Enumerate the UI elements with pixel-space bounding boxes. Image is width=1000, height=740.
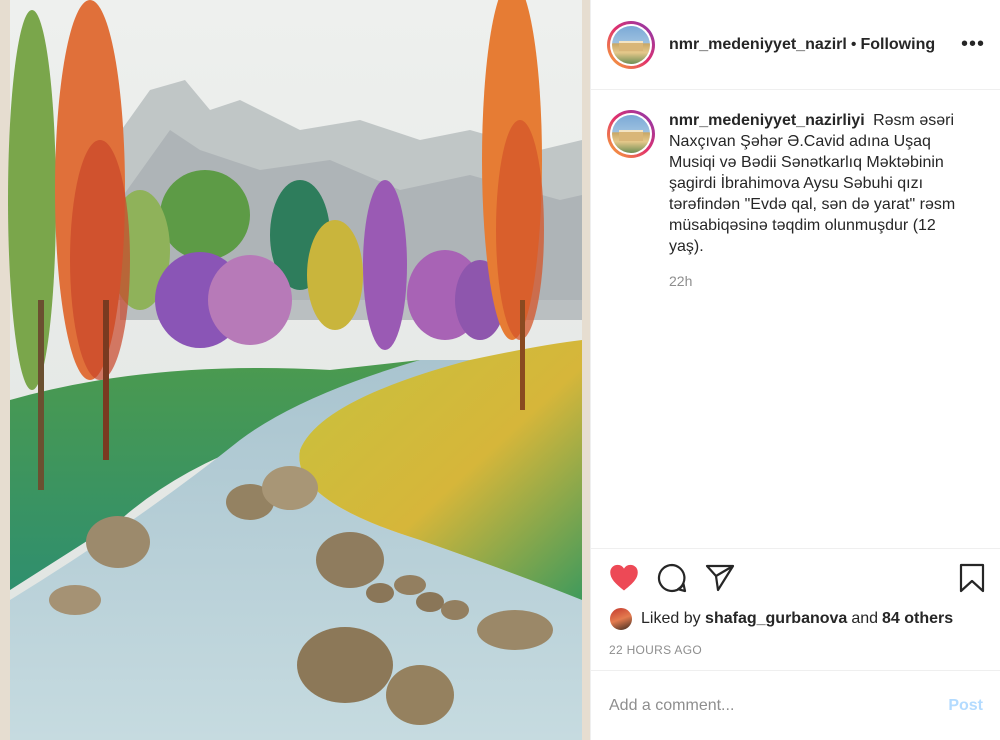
likes-and: and — [851, 610, 879, 627]
comments-section: nmr_medeniyyet_nazirliyi Rəsm əsəri Naxç… — [591, 90, 1000, 548]
separator-dot: • — [850, 35, 857, 53]
caption-body: nmr_medeniyyet_nazirliyi Rəsm əsəri Naxç… — [669, 110, 969, 289]
caption-username[interactable]: nmr_medeniyyet_nazirliyi — [669, 112, 865, 129]
post-image[interactable] — [0, 0, 590, 740]
action-bar — [609, 563, 753, 593]
actions-area: Liked by shafag_gurbanova and 84 others … — [591, 548, 1000, 670]
author-avatar[interactable] — [607, 20, 655, 69]
bookmark-icon[interactable] — [959, 563, 985, 598]
comment-input[interactable] — [609, 696, 949, 715]
post-timestamp[interactable]: 22 HOURS AGO — [609, 643, 702, 657]
caption-author-avatar[interactable] — [607, 110, 655, 158]
liked-by-label: Liked by — [641, 610, 701, 627]
caption-text: Rəsm əsəri Naxçıvan Şəhər Ə.Cavid adına … — [669, 112, 956, 255]
paper-plane-icon[interactable] — [705, 564, 735, 592]
heart-filled-icon[interactable] — [609, 564, 639, 592]
author-username[interactable]: nmr_medeniyyet_nazirl — [669, 36, 847, 54]
likes-others[interactable]: 84 others — [882, 610, 953, 628]
liker-avatar[interactable] — [609, 607, 633, 631]
post-sidebar: nmr_medeniyyet_nazirl • Following ••• nm… — [590, 0, 1000, 740]
likes-row: Liked by shafag_gurbanova and 84 others — [609, 607, 953, 631]
more-options-icon[interactable]: ••• — [961, 34, 985, 54]
following-button[interactable]: Following — [860, 36, 935, 54]
comment-bubble-icon[interactable] — [657, 563, 687, 593]
caption: nmr_medeniyyet_nazirliyi Rəsm əsəri Naxç… — [607, 110, 985, 289]
watercolor-painting — [0, 0, 590, 740]
caption-text-block: nmr_medeniyyet_nazirliyi Rəsm əsəri Naxç… — [669, 110, 969, 257]
liker-username[interactable]: shafag_gurbanova — [705, 610, 847, 628]
post-header: nmr_medeniyyet_nazirl • Following ••• — [591, 0, 1000, 90]
post-comment-button[interactable]: Post — [948, 697, 983, 715]
caption-time[interactable]: 22h — [669, 273, 969, 289]
comment-form: Post — [591, 670, 1000, 740]
